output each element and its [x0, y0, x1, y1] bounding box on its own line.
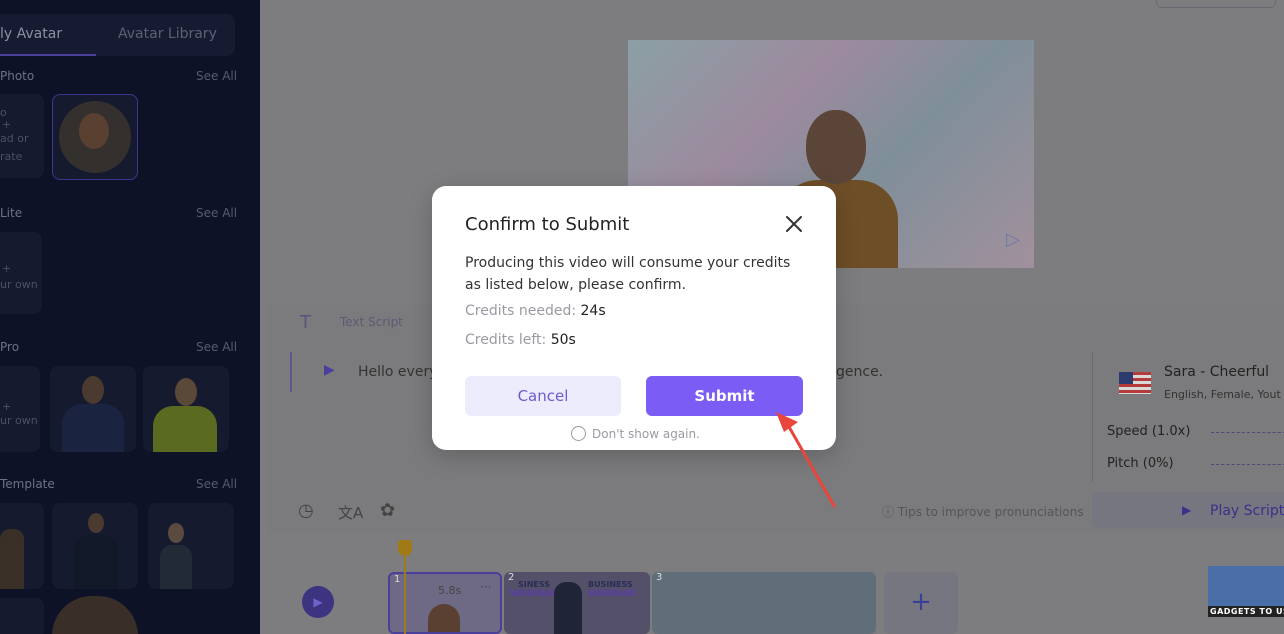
credits-needed-row: Credits needed: 24s — [465, 303, 606, 319]
avatar-tabs: ly Avatar Avatar Library — [0, 14, 235, 56]
dont-show-again-radio[interactable] — [571, 426, 586, 441]
us-flag-icon — [1119, 372, 1151, 394]
watermark-logo: GADGETS TO USE — [1208, 566, 1284, 634]
clip-avatar — [428, 604, 460, 632]
close-icon[interactable] — [782, 212, 806, 236]
tile-text: + — [2, 262, 12, 275]
tile-text: ur own — [0, 278, 38, 291]
tab-my-avatar[interactable]: ly Avatar — [0, 26, 62, 42]
credits-left-row: Credits left: 50s — [465, 332, 576, 348]
photo-avatar-thumb[interactable] — [52, 94, 138, 180]
clip-title: WEBINAR — [510, 589, 558, 599]
tile-text: rate — [0, 150, 23, 163]
avatar-face — [88, 513, 104, 533]
play-icon: ▶ — [1182, 503, 1192, 517]
ai-assist-icon[interactable]: ✿ — [380, 500, 395, 521]
text-script-tab[interactable]: Text Script — [340, 315, 403, 329]
avatar-body — [74, 535, 118, 589]
annotation-arrow — [776, 412, 836, 508]
section-title-template: Template — [0, 477, 55, 491]
avatar-face — [175, 378, 197, 406]
avatar-body — [0, 529, 24, 589]
see-all-template-link[interactable]: See All — [196, 477, 237, 491]
template-avatar-1[interactable] — [0, 503, 44, 589]
section-title-lite: Lite — [0, 206, 23, 220]
speed-slider[interactable] — [1211, 432, 1284, 433]
play-icon: ▶ — [313, 595, 323, 609]
pronunciation-tips[interactable]: ⓘ Tips to improve pronunciations — [882, 503, 1084, 520]
template-avatar-4[interactable] — [0, 598, 44, 634]
create-lite-tile[interactable]: + ur own — [0, 232, 42, 314]
watermark-text: GADGETS TO USE — [1208, 606, 1284, 617]
clip-avatar — [554, 582, 582, 634]
tile-text: + — [2, 118, 12, 131]
pro-avatar-female[interactable] — [143, 366, 229, 452]
voice-panel: Sara - Cheerful English, Female, Yout Sp… — [1092, 352, 1284, 482]
section-title-pro: Pro — [0, 340, 20, 354]
preview-avatar-head — [806, 110, 866, 184]
clip-menu-icon[interactable]: ··· — [480, 580, 491, 594]
avatar-body — [153, 406, 217, 452]
avatar-face — [79, 113, 109, 149]
avatar-face — [168, 523, 184, 543]
timeline: ▶ 1 5.8s ··· 2 SINESS WEBINAR BUSINESS W… — [288, 540, 1284, 634]
clip-number: 2 — [508, 572, 515, 583]
template-avatar-3[interactable] — [148, 503, 234, 589]
play-segment-icon[interactable]: ▶ — [324, 362, 335, 378]
credits-left-value: 50s — [550, 332, 576, 348]
section-title-photo: Photo — [0, 69, 35, 83]
voice-name[interactable]: Sara - Cheerful — [1164, 364, 1269, 380]
avatar-body — [62, 404, 124, 452]
translate-icon[interactable]: 文A — [338, 502, 363, 523]
play-logo-icon: ▷ — [1006, 229, 1020, 250]
clip-number: 3 — [656, 572, 663, 583]
voice-meta: English, Female, Yout — [1164, 388, 1281, 401]
avatar-body — [160, 545, 192, 589]
template-avatar-2[interactable] — [52, 503, 138, 589]
upload-photo-tile[interactable]: o + ad or rate — [0, 94, 44, 178]
tips-text: Tips to improve pronunciations — [897, 505, 1084, 519]
dialog-title: Confirm to Submit — [465, 214, 630, 235]
credits-needed-label: Credits needed: — [465, 303, 577, 319]
cancel-button[interactable]: Cancel — [465, 376, 621, 416]
playhead-line — [404, 554, 406, 634]
clip-title: SINESS — [518, 580, 551, 589]
clip-duration: 5.8s — [438, 584, 462, 597]
pro-avatar-male[interactable] — [50, 366, 136, 452]
script-text-end[interactable]: gence. — [836, 364, 883, 380]
tab-avatar-library[interactable]: Avatar Library — [118, 26, 217, 42]
clip-title: BUSINESS — [588, 580, 633, 589]
timeline-playhead[interactable] — [398, 540, 412, 634]
pitch-label: Pitch (0%) — [1107, 456, 1174, 471]
clock-icon[interactable]: ◷ — [298, 500, 314, 521]
text-script-icon: T — [300, 312, 311, 333]
avatar-face — [82, 376, 104, 404]
see-all-lite-link[interactable]: See All — [196, 206, 237, 220]
dont-show-again-option[interactable]: Don't show again. — [571, 426, 700, 441]
tile-text: + — [2, 400, 12, 413]
template-avatar-5[interactable] — [52, 596, 138, 634]
script-line-marker — [290, 352, 292, 392]
credits-needed-value: 24s — [580, 303, 606, 319]
timeline-clip[interactable]: 3 — [652, 572, 876, 634]
clip-title: WEBINAR — [588, 589, 636, 599]
dont-show-again-label: Don't show again. — [592, 427, 700, 441]
tile-text: ad or — [0, 132, 29, 145]
timeline-clip[interactable]: 2 SINESS WEBINAR BUSINESS WEBINAR — [504, 572, 650, 634]
create-pro-tile[interactable]: + ur own — [0, 366, 40, 452]
speed-label: Speed (1.0x) — [1107, 424, 1191, 439]
top-right-button[interactable] — [1156, 0, 1276, 8]
add-clip-button[interactable]: + — [884, 572, 958, 634]
credits-left-label: Credits left: — [465, 332, 547, 348]
play-script-label[interactable]: Play Script — [1210, 503, 1284, 519]
tab-underline — [0, 54, 96, 56]
pitch-slider[interactable] — [1211, 464, 1284, 465]
see-all-pro-link[interactable]: See All — [196, 340, 237, 354]
timeline-play-button[interactable]: ▶ — [302, 586, 334, 618]
script-text[interactable]: Hello every — [358, 364, 438, 380]
avatar-sidebar: ly Avatar Avatar Library Photo See All o… — [0, 0, 260, 634]
dialog-description: Producing this video will consume your c… — [465, 255, 791, 293]
see-all-photo-link[interactable]: See All — [196, 69, 237, 83]
tile-text: ur own — [0, 414, 38, 427]
